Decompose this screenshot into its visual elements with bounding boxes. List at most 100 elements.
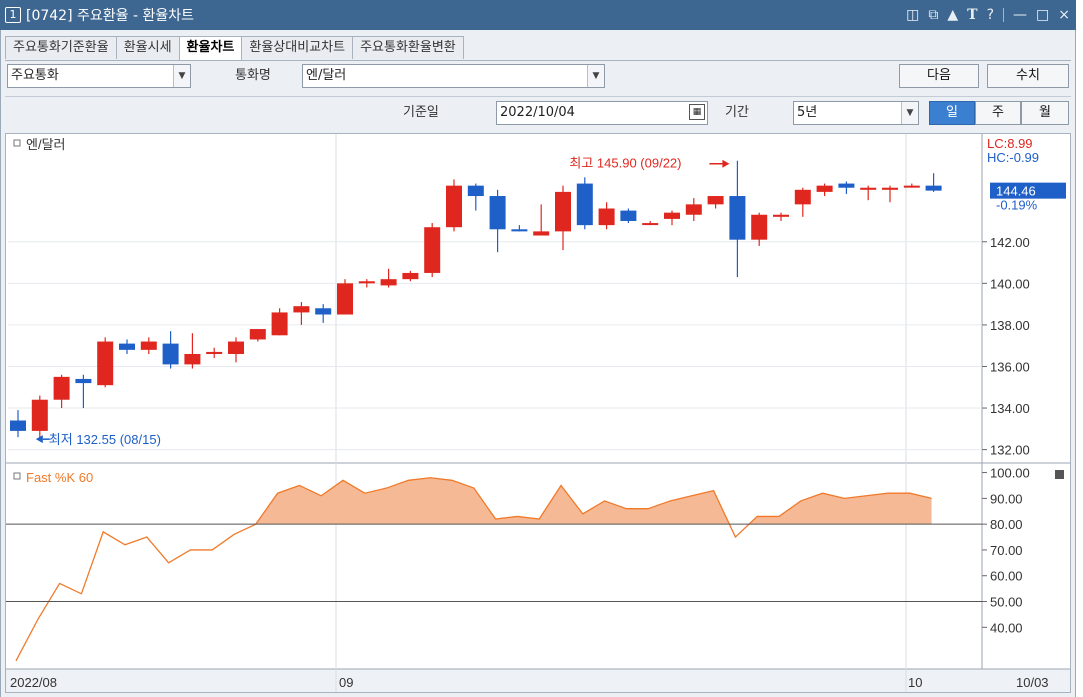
- chevron-down-icon[interactable]: ▼: [901, 102, 918, 124]
- selection-row: 주요통화 ▼ 통화명 엔/달러 ▼ 다음 수치: [5, 60, 1071, 90]
- oscillator-tick-label: 50.00: [990, 595, 1023, 610]
- category-select-value: 주요통화: [11, 68, 59, 83]
- candle-body: [751, 214, 768, 240]
- tab-major-currency-base-rate[interactable]: 주요통화기준환율: [5, 36, 117, 59]
- candle-body: [642, 223, 659, 226]
- candle-body: [598, 208, 615, 226]
- chart-canvas[interactable]: 142.00 140.00 138.00 136.00 134.00 132.00 100.…: [6, 134, 1070, 692]
- price-legend-marker: [13, 139, 21, 147]
- x-axis-label: 10: [908, 675, 922, 690]
- help-icon[interactable]: ?: [987, 7, 994, 23]
- candle-body: [489, 196, 506, 230]
- period-monthly-button[interactable]: 월: [1021, 101, 1069, 125]
- candle-body: [75, 378, 92, 384]
- price-tick-label: 142.00: [990, 235, 1030, 250]
- panel-close-icon: [1055, 470, 1064, 479]
- candle-body: [337, 283, 353, 315]
- candle-body: [184, 354, 201, 365]
- candle-body: [249, 329, 266, 340]
- candle-body: [446, 185, 462, 228]
- next-button[interactable]: 다음: [899, 64, 979, 88]
- chevron-down-icon[interactable]: ▼: [173, 65, 190, 87]
- price-tick-label: 132.00: [990, 443, 1030, 458]
- calendar-icon[interactable]: ▦: [689, 104, 705, 120]
- candle-body: [97, 341, 114, 386]
- title-bar-icons: ◫ ⧉ ▲ T ? — □ ×: [906, 0, 1070, 30]
- currency-label: 통화명: [235, 68, 271, 83]
- candle-body: [10, 420, 26, 431]
- tab-relative-comparison-chart[interactable]: 환율상대비교차트: [241, 36, 354, 59]
- tab-currency-converter[interactable]: 주요통화환율변환: [352, 36, 464, 59]
- currency-select-value: 엔/달러: [306, 68, 347, 83]
- period-label: 기간: [725, 105, 749, 120]
- candle-body: [925, 185, 942, 191]
- candle-body: [860, 187, 877, 190]
- window-title: [0742] 주요환율 - 환율차트: [26, 8, 194, 24]
- oscillator-tick-label: 90.00: [990, 491, 1023, 506]
- close-icon[interactable]: ×: [1058, 7, 1070, 23]
- date-period-row: 기준일 2022/10/04 ▦ 기간 5년 ▼ 일 주 월: [5, 96, 1071, 129]
- base-date-label: 기준일: [403, 105, 439, 120]
- title-bar: 1 [0742] 주요환율 - 환율차트 ◫ ⧉ ▲ T ? — □ ×: [0, 0, 1076, 30]
- high-arrow-head: [722, 159, 730, 168]
- title-separator: [1003, 8, 1005, 22]
- restore-icon[interactable]: ◫: [906, 7, 919, 23]
- candle-body: [685, 204, 702, 215]
- x-axis-label: 09: [339, 675, 353, 690]
- tab-rate-quotes[interactable]: 환율시세: [115, 36, 180, 59]
- candle-body: [31, 399, 48, 431]
- tab-strip: 주요통화기준환율 환율시세 환율차트 환율상대비교차트 주요통화환율변환: [5, 36, 464, 60]
- minimize-icon[interactable]: —: [1013, 7, 1027, 23]
- candle-body: [293, 306, 310, 313]
- high-annotation: 최고 145.90 (09/22): [569, 156, 681, 171]
- price-series-title: 엔/달러: [26, 137, 66, 152]
- rate-chart-panel[interactable]: 142.00 140.00 138.00 136.00 134.00 132.00 100.…: [5, 133, 1071, 693]
- candle-body: [206, 351, 223, 354]
- candle-body: [882, 187, 898, 190]
- last-value: 144.46: [996, 184, 1036, 199]
- base-date-input[interactable]: 2022/10/04 ▦: [496, 101, 708, 125]
- cascade-icon[interactable]: ⧉: [928, 7, 938, 23]
- period-select-value: 5년: [797, 105, 818, 120]
- x-axis-label: 2022/08: [10, 675, 57, 690]
- candle-body: [816, 185, 833, 192]
- period-daily-button[interactable]: 일: [929, 101, 975, 125]
- tab-rate-chart[interactable]: 환율차트: [178, 36, 243, 60]
- candle-body: [794, 189, 811, 205]
- candle-body: [315, 308, 332, 315]
- maximize-icon[interactable]: □: [1036, 7, 1049, 23]
- base-date-value: 2022/10/04: [500, 105, 575, 120]
- period-weekly-button[interactable]: 주: [975, 101, 1021, 125]
- candle-body: [402, 272, 419, 280]
- oscillator-legend-marker: [13, 472, 21, 480]
- candle-body: [773, 214, 789, 217]
- oscillator-tick-label: 70.00: [990, 543, 1023, 558]
- text-icon[interactable]: T: [967, 7, 977, 23]
- candle-body: [511, 229, 528, 232]
- candle-body: [53, 376, 70, 400]
- category-select[interactable]: 주요통화 ▼: [7, 64, 191, 88]
- oscillator-tick-label: 80.00: [990, 517, 1023, 532]
- period-select[interactable]: 5년 ▼: [793, 101, 919, 125]
- candle-body: [555, 191, 571, 232]
- chevron-down-icon[interactable]: ▼: [587, 65, 604, 87]
- value-button[interactable]: 수치: [987, 64, 1069, 88]
- window-number-badge[interactable]: 1: [5, 7, 21, 23]
- price-tick-label: 138.00: [990, 318, 1030, 333]
- candle-body: [119, 343, 135, 350]
- oscillator-tick-label: 60.00: [990, 569, 1023, 584]
- candle-body: [228, 341, 244, 354]
- currency-select[interactable]: 엔/달러 ▼: [302, 64, 605, 88]
- candle-body: [838, 183, 855, 188]
- lock-icon[interactable]: ▲: [947, 7, 958, 23]
- window-body: 주요통화기준환율 환율시세 환율차트 환율상대비교차트 주요통화환율변환 주요통…: [0, 30, 1076, 697]
- last-change: -0.19%: [996, 198, 1038, 213]
- candle-body: [620, 210, 637, 221]
- oscillator-title: Fast %K 60: [26, 470, 93, 485]
- lc-label: LC:8.99: [987, 136, 1033, 151]
- candle-body: [467, 185, 484, 197]
- candle-body: [140, 341, 157, 350]
- candle-body: [576, 183, 593, 226]
- price-tick-label: 134.00: [990, 401, 1030, 416]
- candle-body: [162, 343, 179, 365]
